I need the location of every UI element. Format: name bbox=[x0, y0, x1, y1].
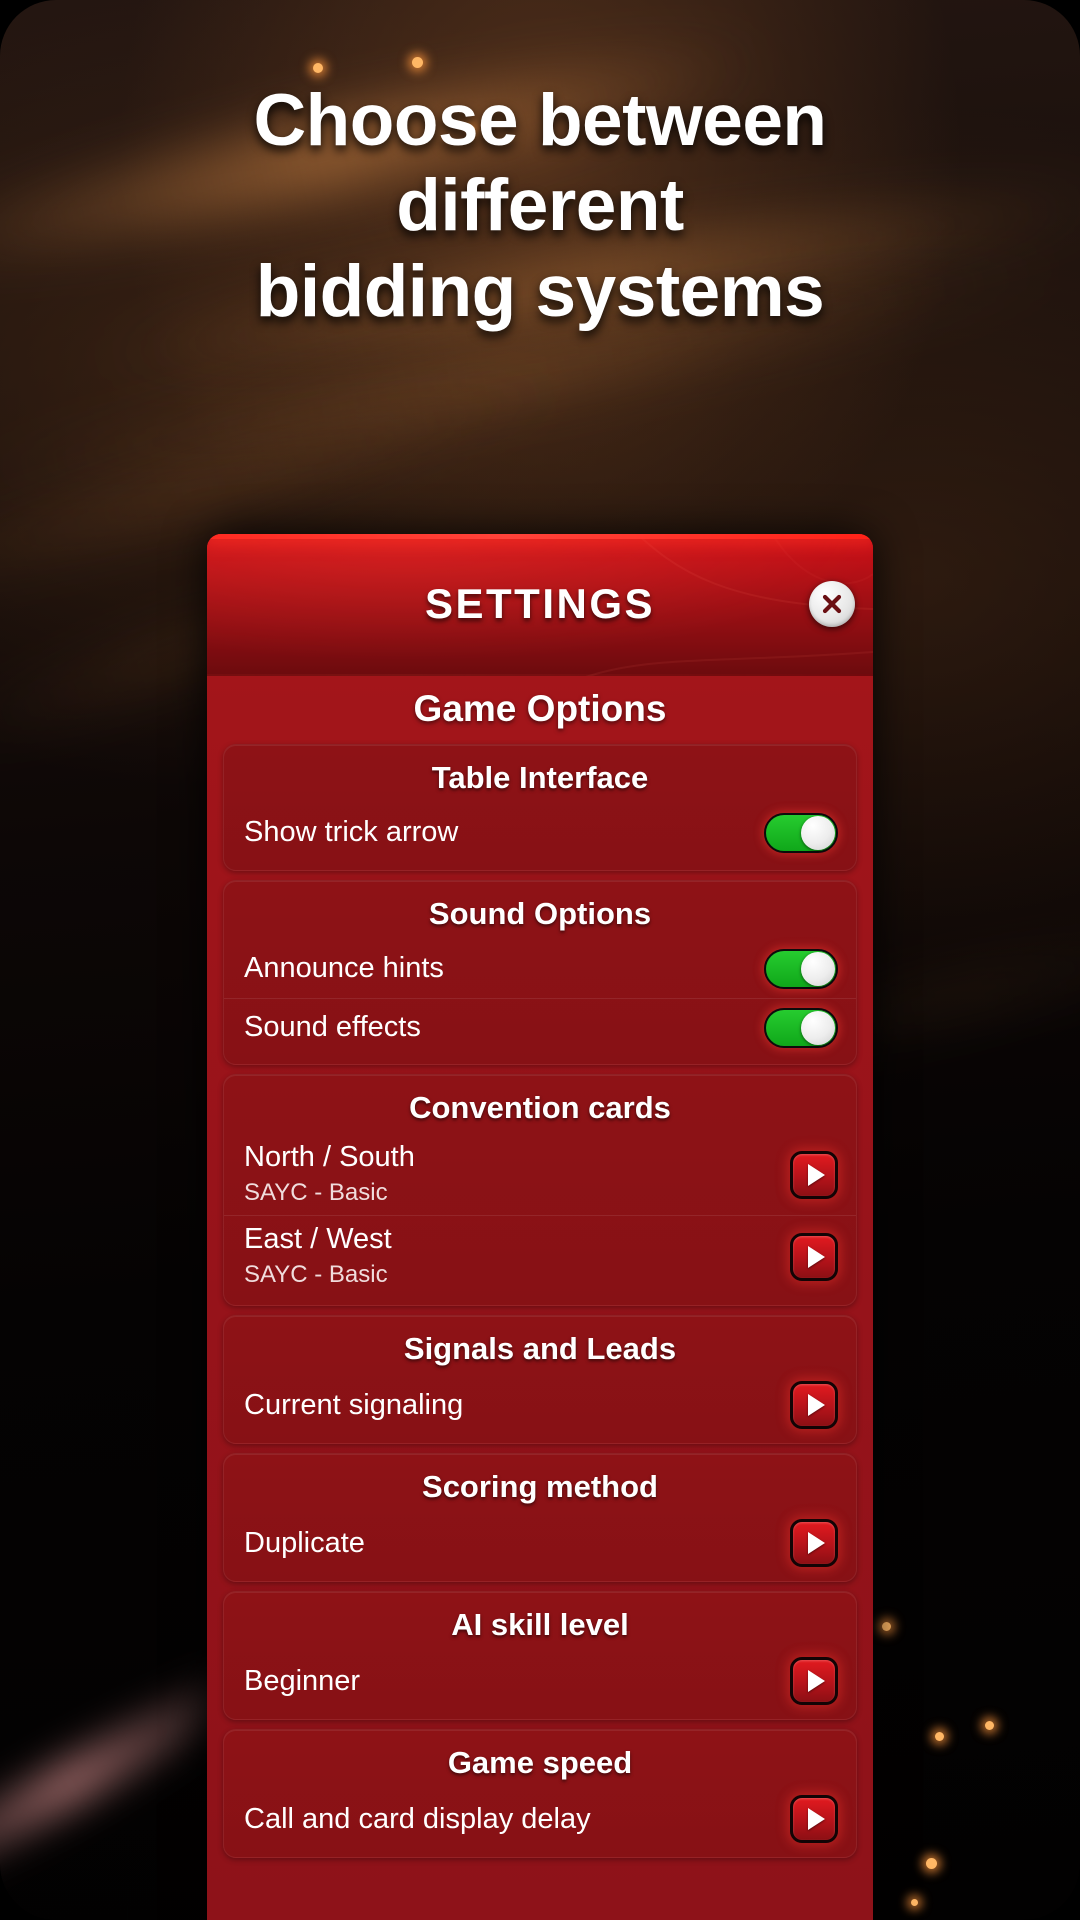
settings-row-texts: Sound effects bbox=[244, 1010, 421, 1045]
settings-row-texts: Duplicate bbox=[244, 1526, 365, 1561]
settings-card-title: Convention cards bbox=[409, 1090, 671, 1125]
settings-body[interactable]: Game Options Table Interface Show trick a… bbox=[207, 676, 873, 1920]
open-option-button[interactable] bbox=[790, 1657, 838, 1706]
settings-row[interactable]: Duplicate bbox=[224, 1513, 856, 1573]
settings-card-title: Table Interface bbox=[431, 760, 649, 795]
settings-row-label: Announce hints bbox=[244, 952, 444, 985]
settings-row-sublabel: SAYC - Basic bbox=[244, 1261, 388, 1289]
play-arrow-icon bbox=[807, 1163, 825, 1186]
settings-card: Scoring method Duplicate bbox=[223, 1453, 857, 1583]
settings-row-texts: North / South SAYC - Basic bbox=[244, 1140, 415, 1209]
settings-row-label: Beginner bbox=[244, 1664, 361, 1697]
toggle-switch[interactable] bbox=[764, 949, 838, 989]
settings-card: Table Interface Show trick arrow bbox=[223, 744, 857, 871]
toggle-knob bbox=[801, 952, 835, 986]
sparkle-dot bbox=[910, 1898, 918, 1906]
toggle-knob bbox=[801, 1010, 835, 1045]
settings-row-sublabel: SAYC - Basic bbox=[244, 1179, 388, 1207]
settings-card-title: Signals and Leads bbox=[403, 1331, 677, 1367]
settings-row-texts: East / West SAYC - Basic bbox=[244, 1222, 392, 1291]
settings-row[interactable]: Call and card display delay bbox=[224, 1789, 856, 1849]
play-arrow-icon bbox=[807, 1245, 825, 1268]
toggle-knob bbox=[801, 816, 835, 850]
settings-row-label: Duplicate bbox=[244, 1526, 365, 1559]
settings-card: Convention cards North / South SAYC - Basi… bbox=[223, 1074, 857, 1307]
settings-card-title: Scoring method bbox=[422, 1469, 658, 1505]
sparkle-dot bbox=[934, 1731, 944, 1741]
settings-card-title: Sound Options bbox=[428, 896, 652, 931]
settings-sections: Table Interface Show trick arrow Sound Opt… bbox=[223, 744, 857, 1859]
play-arrow-icon bbox=[807, 1808, 825, 1831]
open-option-button[interactable] bbox=[790, 1381, 838, 1430]
settings-title: SETTINGS bbox=[424, 580, 656, 627]
sparkle-dot bbox=[411, 56, 423, 68]
open-option-button[interactable] bbox=[790, 1150, 838, 1199]
sparkle-dot bbox=[984, 1720, 994, 1730]
open-option-button[interactable] bbox=[790, 1795, 838, 1844]
settings-card: AI skill level Beginner bbox=[223, 1591, 857, 1721]
settings-card: Signals and Leads Current signaling bbox=[223, 1315, 857, 1445]
sparkle-dot bbox=[881, 1621, 891, 1631]
page-headline: Choose between different bidding systems bbox=[0, 78, 1080, 334]
headline-line-2: different bbox=[396, 165, 684, 247]
settings-row-texts: Announce hints bbox=[244, 951, 444, 986]
play-arrow-icon bbox=[807, 1670, 825, 1693]
open-option-button[interactable] bbox=[790, 1232, 838, 1281]
toggle-switch[interactable] bbox=[764, 1007, 838, 1048]
settings-row[interactable]: Announce hints bbox=[224, 940, 856, 998]
headline-line-3: bidding systems bbox=[255, 250, 825, 332]
settings-card-title: Game speed bbox=[447, 1745, 633, 1781]
settings-row-texts: Show trick arrow bbox=[244, 815, 458, 850]
section-title: Game Options bbox=[413, 688, 667, 729]
settings-row-label: Sound effects bbox=[244, 1010, 421, 1043]
toggle-switch[interactable] bbox=[764, 813, 838, 853]
settings-row-label: North / South bbox=[244, 1141, 415, 1173]
settings-row-texts: Beginner bbox=[244, 1664, 360, 1699]
settings-header: SETTINGS bbox=[207, 534, 873, 676]
settings-row[interactable]: Sound effects bbox=[224, 998, 856, 1056]
headline-line-1: Choose between bbox=[253, 80, 827, 161]
settings-card: Sound Options Announce hints Sound effects bbox=[223, 880, 857, 1065]
close-button[interactable] bbox=[809, 581, 855, 627]
play-arrow-icon bbox=[807, 1532, 825, 1555]
settings-row-texts: Current signaling bbox=[244, 1388, 463, 1423]
settings-card-title: AI skill level bbox=[451, 1607, 629, 1643]
close-icon bbox=[822, 594, 842, 614]
settings-row[interactable]: North / South SAYC - Basic bbox=[224, 1134, 856, 1215]
sparkle-dot bbox=[313, 63, 323, 73]
settings-row-label: East / West bbox=[244, 1223, 392, 1256]
play-arrow-icon bbox=[807, 1394, 825, 1417]
settings-row[interactable]: Beginner bbox=[224, 1651, 856, 1711]
settings-row-label: Current signaling bbox=[244, 1388, 464, 1421]
sparkle-dot bbox=[925, 1857, 937, 1869]
phone-screenshot-frame: Choose between different bidding systems… bbox=[0, 0, 1080, 1920]
settings-row-label: Call and card display delay bbox=[244, 1802, 591, 1835]
settings-row[interactable]: Show trick arrow bbox=[224, 804, 856, 862]
settings-card: Game speed Call and card display delay bbox=[223, 1729, 857, 1859]
open-option-button[interactable] bbox=[790, 1519, 838, 1568]
settings-row[interactable]: Current signaling bbox=[224, 1375, 856, 1435]
settings-panel: SETTINGS Game Options Table Interface Sho… bbox=[207, 534, 873, 1920]
settings-row-label: Show trick arrow bbox=[244, 816, 459, 849]
settings-row[interactable]: East / West SAYC - Basic bbox=[224, 1215, 856, 1297]
settings-row-texts: Call and card display delay bbox=[244, 1802, 591, 1837]
